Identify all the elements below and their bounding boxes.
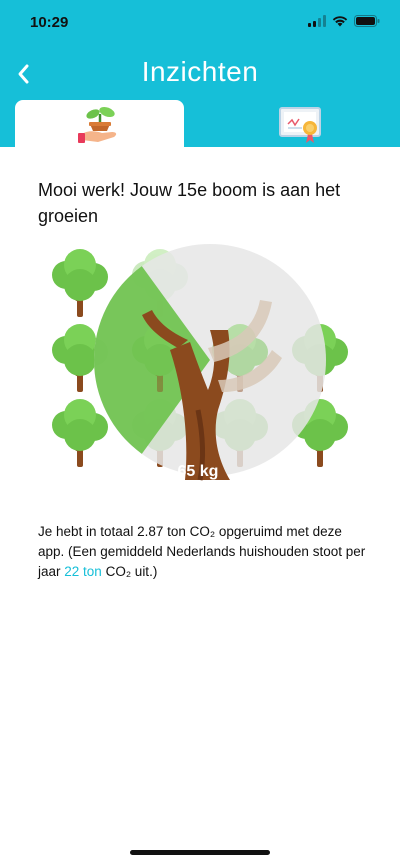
info-text-part2: CO₂ uit.): [101, 564, 158, 579]
home-indicator: [130, 850, 270, 855]
forest-graphic: 65 kg: [50, 244, 350, 481]
nav-bar: Inzichten: [0, 50, 400, 98]
small-tree: [50, 247, 110, 319]
tree-illustration: 65 kg: [40, 230, 360, 490]
household-co2-link[interactable]: 22 ton: [64, 564, 102, 579]
header-bar: 10:29 Inzichten: [0, 0, 400, 147]
tab-certificate[interactable]: [215, 100, 384, 147]
battery-icon: [354, 15, 380, 27]
status-icons: [308, 15, 380, 27]
tab-bar: [0, 100, 400, 147]
plant-in-hand-icon: [77, 106, 116, 143]
status-time: 10:29: [30, 14, 69, 31]
certificate-icon: [278, 106, 321, 143]
page-title: Inzichten: [141, 56, 259, 87]
status-bar: 10:29: [0, 0, 400, 44]
wifi-icon: [332, 16, 348, 27]
tab-tree[interactable]: [15, 100, 184, 147]
tree-weight-label: 65 kg: [178, 463, 219, 480]
small-tree: [50, 397, 110, 469]
signal-icon: [308, 15, 326, 27]
progress-message: Mooi werk! Jouw 15e boom is aan het groe…: [38, 180, 341, 226]
co2-info-text: Je hebt in totaal 2.87 ton CO₂ opgeruimd…: [38, 522, 368, 582]
